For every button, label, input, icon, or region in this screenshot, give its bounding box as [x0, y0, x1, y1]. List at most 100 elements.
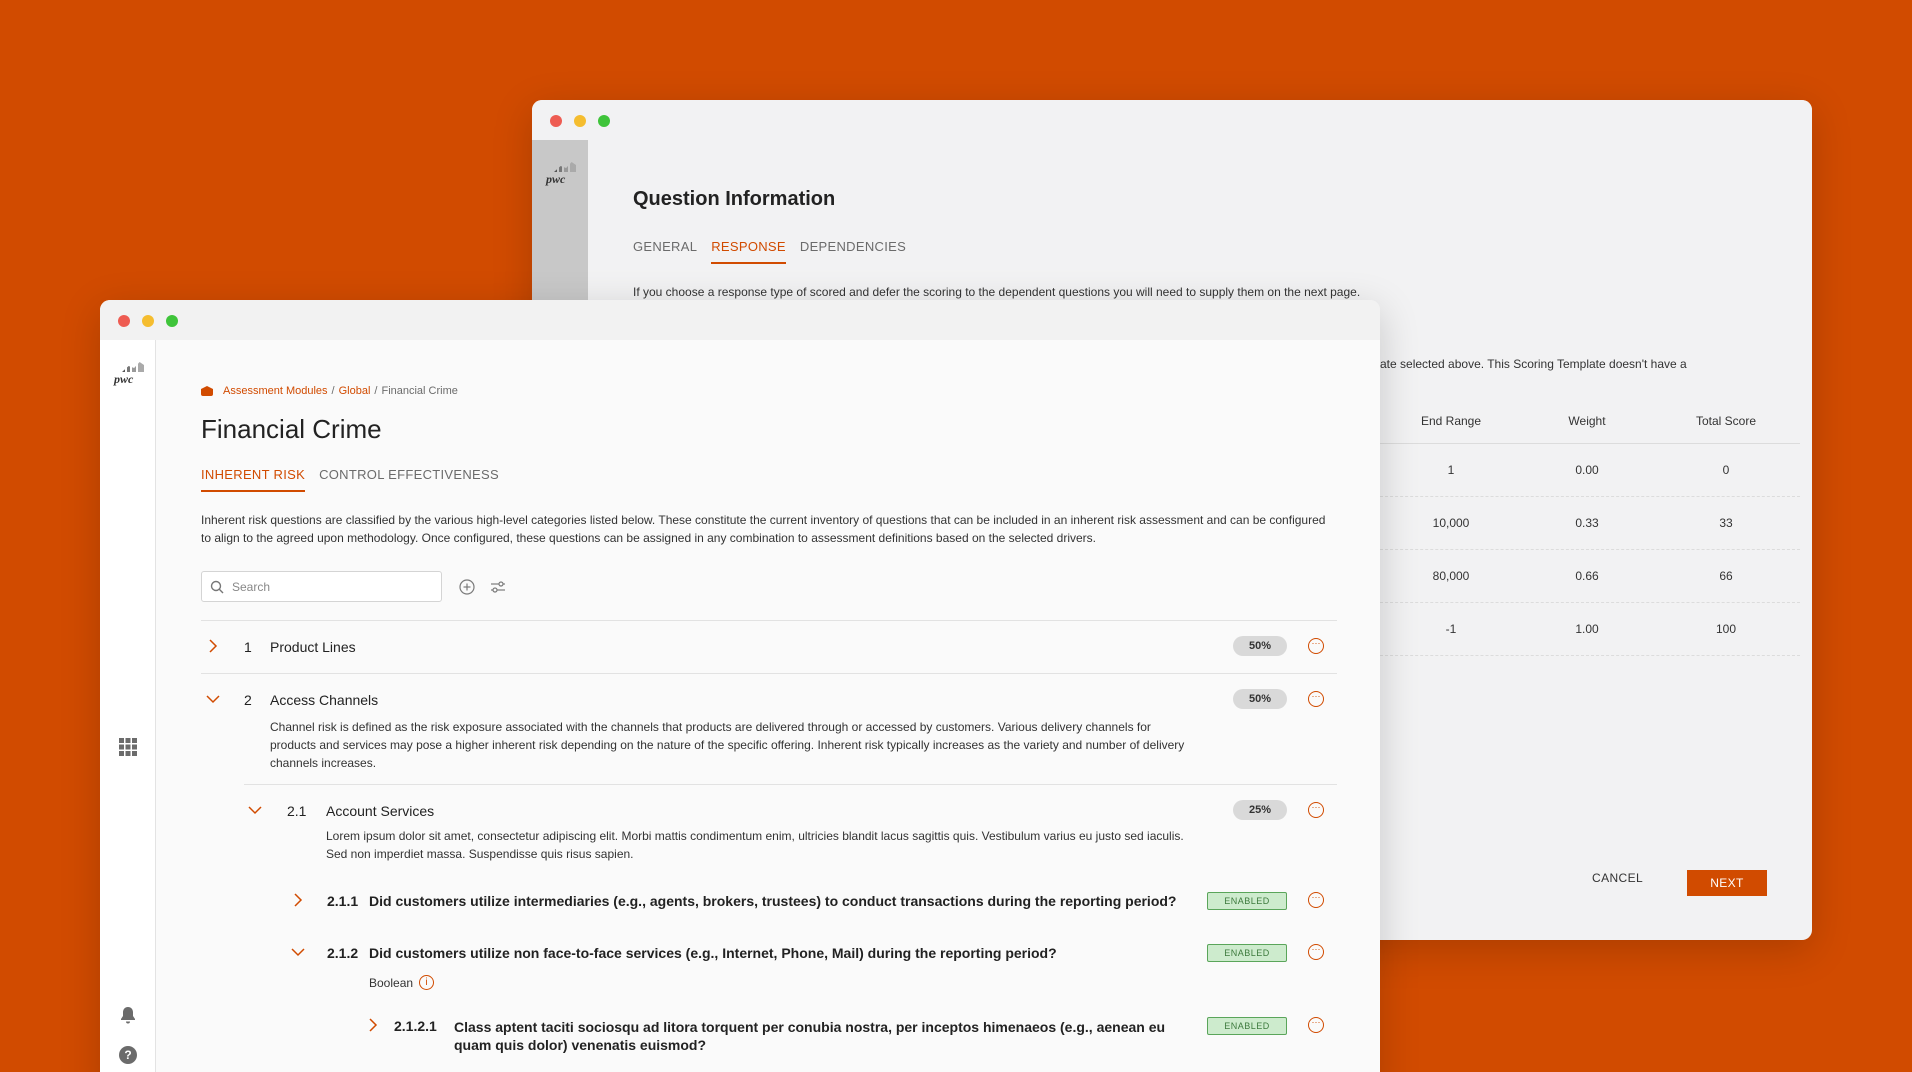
search-icon — [210, 580, 224, 593]
page-description: Inherent risk questions are classified b… — [201, 513, 1326, 545]
row-label: Account Services — [326, 803, 435, 819]
row-number: 2.1 — [287, 803, 307, 819]
status-badge: ENABLED — [1207, 1017, 1287, 1035]
row-number: 2 — [244, 692, 252, 708]
help-icon[interactable]: ? — [117, 1044, 139, 1066]
title-bar — [100, 300, 1380, 340]
apps-grid-icon[interactable] — [117, 736, 139, 758]
breadcrumb-separator: / — [331, 385, 335, 397]
tree-row-question[interactable]: 2.1.2 Did customers utilize non face-to-… — [287, 927, 1337, 1053]
row-number: 2.1.2 — [327, 945, 359, 961]
row-number: 1 — [244, 639, 252, 655]
table-cell: 80,000 — [1432, 569, 1470, 583]
table-row: 1 0.00 0 — [1380, 444, 1800, 497]
table-row: 80,000 0.66 66 — [1380, 550, 1800, 603]
table-cell: 10,000 — [1432, 516, 1470, 530]
page-title: Question Information — [633, 188, 836, 210]
svg-text:?: ? — [124, 1048, 131, 1062]
chevron-down-icon[interactable] — [290, 944, 306, 960]
bell-icon[interactable] — [117, 1004, 139, 1026]
chevron-right-icon[interactable] — [290, 892, 306, 908]
row-label: Class aptent taciti sociosqu ad litora t… — [454, 1019, 1166, 1053]
column-header: End Range — [1420, 413, 1482, 428]
page-title: Financial Crime — [201, 414, 382, 444]
chevron-right-icon[interactable] — [205, 638, 221, 654]
table-cell: 0.00 — [1575, 463, 1599, 477]
table-cell: 33 — [1719, 516, 1733, 530]
weight-badge: 50% — [1233, 636, 1287, 656]
table-row: -1 1.00 100 — [1380, 603, 1800, 656]
close-window-button[interactable] — [118, 315, 130, 327]
tab-dependencies[interactable]: DEPENDENCIES — [800, 239, 906, 264]
add-circle-icon[interactable] — [458, 578, 476, 596]
table-cell: 1.00 — [1575, 622, 1599, 636]
scoring-template-note: ate selected above. This Scoring Templat… — [1380, 357, 1687, 371]
minimize-window-button[interactable] — [142, 315, 154, 327]
more-options-icon[interactable]: ··· — [1308, 691, 1324, 707]
tab-inherent-risk[interactable]: INHERENT RISK — [201, 467, 306, 492]
table-cell: 0.33 — [1575, 516, 1599, 530]
search-input[interactable] — [232, 579, 422, 594]
table-cell: 100 — [1715, 622, 1737, 636]
next-button[interactable]: NEXT — [1687, 870, 1767, 896]
tree-row-question[interactable]: 2.1.2.1 Class aptent taciti sociosqu ad … — [362, 1000, 1337, 1053]
more-options-icon[interactable]: ··· — [1308, 802, 1324, 818]
main-content: Assessment Modules / Global / Financial … — [201, 340, 1380, 1072]
tab-control-effectiveness[interactable]: CONTROL EFFECTIVENESS — [319, 467, 499, 492]
table-cell: 0.66 — [1575, 569, 1599, 583]
chevron-down-icon[interactable] — [205, 691, 221, 707]
more-options-icon[interactable]: ··· — [1308, 1017, 1324, 1033]
row-label: Product Lines — [270, 639, 356, 655]
tree-row-access-channels[interactable]: 2 Access Channels 50% ··· Channel risk i… — [201, 673, 1337, 1053]
more-options-icon[interactable]: ··· — [1308, 638, 1324, 654]
module-tabs: INHERENT RISK CONTROL EFFECTIVENESS — [201, 467, 499, 492]
chevron-down-icon[interactable] — [247, 802, 263, 818]
tree-row-product-lines[interactable]: 1 Product Lines 50% ··· — [201, 620, 1337, 673]
response-type-label: Boolean — [369, 975, 414, 990]
breadcrumb-assessment-modules[interactable]: Assessment Modules — [223, 385, 328, 397]
minimize-window-button[interactable] — [574, 115, 586, 127]
module-icon — [201, 386, 213, 396]
breadcrumb-global[interactable]: Global — [339, 385, 371, 397]
maximize-window-button[interactable] — [166, 315, 178, 327]
tab-general[interactable]: GENERAL — [633, 239, 697, 264]
question-tabs: GENERAL RESPONSE DEPENDENCIES — [633, 239, 906, 264]
status-badge: ENABLED — [1207, 892, 1287, 910]
close-window-button[interactable] — [550, 115, 562, 127]
cancel-button[interactable]: CANCEL — [1592, 871, 1643, 885]
financial-crime-window: pwc ? Assessment Modules / Global / Fina… — [100, 300, 1380, 1072]
response-hint: If you choose a response type of scored … — [633, 285, 1361, 299]
column-header: Weight — [1568, 413, 1606, 428]
tree-row-question[interactable]: 2.1.1 Did customers utilize intermediari… — [287, 875, 1337, 927]
breadcrumb: Assessment Modules / Global / Financial … — [201, 385, 458, 397]
more-options-icon[interactable]: ··· — [1308, 944, 1324, 960]
filter-icon[interactable] — [489, 578, 507, 596]
question-tree: 1 Product Lines 50% ··· 2 Access Channel… — [201, 620, 1337, 1053]
table-cell: 1 — [1447, 463, 1455, 477]
more-options-icon[interactable]: ··· — [1308, 892, 1324, 908]
pwc-logo: pwc — [114, 362, 144, 387]
breadcrumb-current: Financial Crime — [381, 385, 458, 397]
response-type: Boolean i — [287, 975, 1337, 1000]
column-header: Total Score — [1695, 413, 1757, 428]
table-cell: 66 — [1719, 569, 1733, 583]
table-cell: 0 — [1722, 463, 1730, 477]
table-row: 10,000 0.33 33 — [1380, 497, 1800, 550]
row-number: 2.1.2.1 — [394, 1018, 437, 1034]
row-number: 2.1.1 — [327, 893, 359, 909]
row-label: Did customers utilize non face-to-face s… — [369, 945, 1057, 961]
info-icon[interactable]: i — [419, 975, 435, 990]
tree-row-account-services[interactable]: 2.1 Account Services 25% ··· Lorem ipsum… — [244, 784, 1337, 1053]
row-description: Channel risk is defined as the risk expo… — [270, 720, 1185, 770]
pwc-logo: pwc — [546, 162, 576, 187]
row-label: Did customers utilize intermediaries (e.… — [369, 893, 1177, 909]
scoring-table: End Range Weight Total Score 1 0.00 0 10… — [1380, 398, 1800, 656]
search-box[interactable] — [201, 571, 442, 602]
table-header: End Range Weight Total Score — [1380, 398, 1800, 444]
table-cell: -1 — [1445, 622, 1457, 636]
side-rail: pwc ? — [100, 340, 156, 1072]
status-badge: ENABLED — [1207, 944, 1287, 962]
tab-response[interactable]: RESPONSE — [711, 239, 786, 264]
maximize-window-button[interactable] — [598, 115, 610, 127]
chevron-right-icon[interactable] — [365, 1017, 381, 1033]
